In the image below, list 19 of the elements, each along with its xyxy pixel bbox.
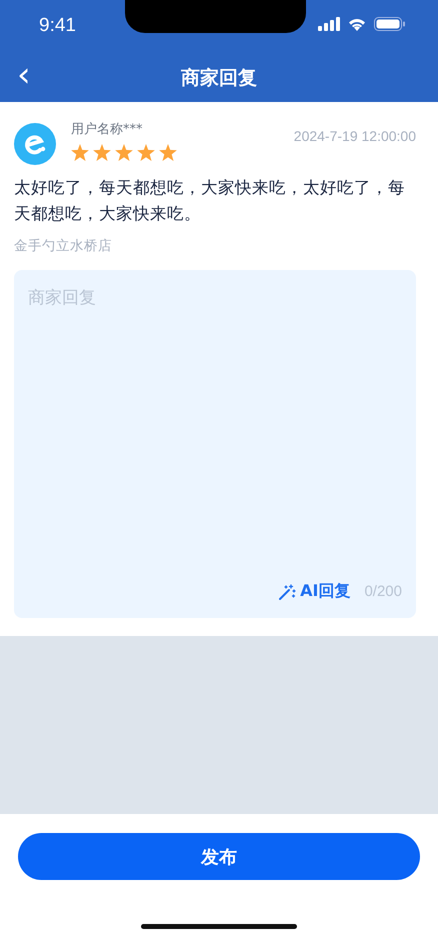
status-time: 9:41	[39, 15, 76, 37]
back-button[interactable]: ‹	[13, 60, 35, 96]
review-time: 2024-7-19 12:00:00	[294, 128, 416, 144]
battery-icon	[374, 17, 406, 31]
signal-icon	[318, 17, 340, 31]
star-icon	[93, 144, 111, 161]
page-title: 商家回复	[180, 66, 258, 91]
magic-wand-icon	[279, 584, 296, 600]
star-icon	[159, 144, 177, 161]
star-icon	[71, 144, 89, 161]
ai-reply-button[interactable]: AI回复	[279, 581, 350, 602]
store-name: 金手勺立水桥店	[14, 237, 113, 255]
user-name: 用户名称***	[71, 121, 144, 138]
star-icon	[115, 144, 133, 161]
publish-button[interactable]: 发布	[18, 833, 420, 880]
wifi-icon	[347, 17, 367, 31]
star-icon	[137, 144, 155, 161]
review-text: 太好吃了，每天都想吃，大家快来吃，太好吃了，每天都想吃，大家快来吃。	[14, 177, 406, 225]
logo-icon	[14, 123, 56, 165]
